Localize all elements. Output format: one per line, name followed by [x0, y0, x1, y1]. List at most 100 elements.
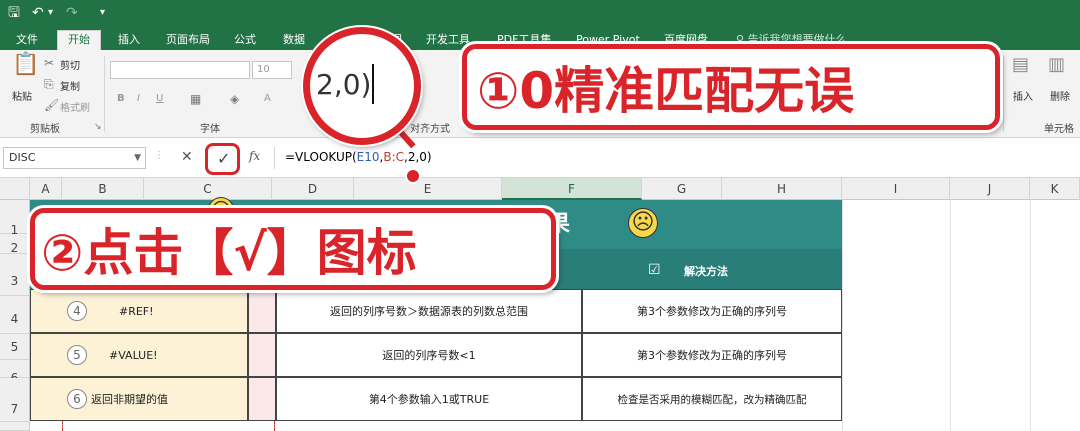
alignment-group-label: 对齐方式	[410, 124, 450, 135]
page-break-line	[274, 421, 275, 431]
callout-step-2: ②点击【√】图标	[30, 208, 556, 290]
row-header-3[interactable]: 3	[0, 254, 30, 296]
page-break-line	[62, 421, 63, 431]
column-header-a[interactable]: A	[30, 178, 62, 200]
gridline	[1030, 200, 1031, 431]
delete-cells-icon[interactable]: ▥	[1048, 56, 1065, 74]
column-header-k[interactable]: K	[1030, 178, 1080, 200]
table-row-4-spacer[interactable]	[248, 289, 276, 333]
text-cursor	[372, 64, 374, 104]
column-header-h[interactable]: H	[722, 178, 842, 200]
cut-button[interactable]: 剪切	[60, 57, 80, 72]
format-painter-icon: 🖌	[44, 98, 60, 112]
table-row-6-fix[interactable]: 检查是否采用的模糊匹配，改为精确匹配	[582, 377, 842, 421]
solution-column-header: 解决方法	[684, 265, 728, 278]
name-box[interactable]: DISC ▼	[3, 147, 146, 169]
redo-icon[interactable]: ↷	[66, 4, 78, 22]
column-header-i[interactable]: I	[842, 178, 950, 200]
delete-button[interactable]: 删除	[1050, 88, 1070, 103]
copy-icon: ⎘	[44, 77, 54, 91]
tab-file[interactable]: 文件	[16, 31, 38, 50]
row-header-1[interactable]: 1	[0, 200, 30, 237]
bold-button[interactable]: B	[117, 93, 125, 104]
insert-cells-icon[interactable]: ▤	[1012, 56, 1029, 74]
table-row-6-error[interactable]: 6 返回非期望的值	[30, 377, 248, 421]
table-row-6-cause[interactable]: 第4个参数输入1或TRUE	[276, 377, 582, 421]
column-header-j[interactable]: J	[950, 178, 1030, 200]
table-row-4-fix[interactable]: 第3个参数修改为正确的序列号	[582, 289, 842, 333]
gridline	[950, 200, 951, 431]
row-header-6[interactable]: 6	[0, 360, 30, 385]
customize-toolbar-icon[interactable]: ▾	[100, 4, 105, 22]
font-group-label: 字体	[200, 124, 220, 135]
name-box-dropdown-icon[interactable]: ▼	[134, 148, 141, 168]
undo-icon[interactable]: ↶	[32, 4, 44, 22]
table-row-6-spacer[interactable]	[248, 377, 276, 421]
table-row-5-fix[interactable]: 第3个参数修改为正确的序列号	[582, 333, 842, 377]
select-all-corner[interactable]	[0, 178, 30, 200]
table-row-4-error[interactable]: 4 #REF!	[30, 289, 248, 333]
row-number-badge: 4	[67, 301, 87, 321]
cancel-entry-icon[interactable]: ✕	[181, 149, 193, 165]
magnified-formula-text: 2,0)	[316, 68, 372, 101]
table-row-4-cause[interactable]: 返回的列序号数＞数据源表的列数总范围	[276, 289, 582, 333]
excel-window: 🖫 ↶ ▾ ↷ ▾ 文件 开始 插入 页面布局 公式 数据 视图 开发工具 PD…	[0, 0, 1080, 431]
separator	[104, 56, 105, 132]
undo-dropdown-icon[interactable]: ▾	[48, 4, 53, 22]
paste-button[interactable]: 粘贴	[12, 88, 32, 103]
formula-input[interactable]: =VLOOKUP(E10,B:C,2,0)	[274, 147, 1080, 169]
column-header-e[interactable]: E	[354, 178, 502, 200]
row-header-8[interactable]	[0, 422, 30, 431]
font-name-combo[interactable]	[110, 61, 250, 79]
insert-button[interactable]: 插入	[1013, 88, 1033, 103]
paste-icon[interactable]: 📋	[12, 54, 39, 76]
tab-formulas[interactable]: 公式	[234, 31, 256, 50]
tab-data[interactable]: 数据	[283, 31, 305, 50]
tab-insert[interactable]: 插入	[118, 31, 140, 50]
tab-developer[interactable]: 开发工具	[426, 31, 470, 50]
formula-ref-bc: B:C	[383, 150, 405, 164]
row-header-4[interactable]: 4	[0, 296, 30, 334]
format-painter-button[interactable]: 格式刷	[60, 99, 90, 114]
row-header-7[interactable]: 7	[0, 378, 30, 422]
row-number-badge: 5	[67, 345, 87, 365]
formula-text: =VLOOKUP(	[285, 150, 357, 164]
gridline	[842, 200, 843, 431]
row-header-5[interactable]: 5	[0, 334, 30, 360]
font-color-button[interactable]: A	[264, 93, 271, 104]
column-header-f[interactable]: F	[502, 178, 642, 200]
row-number-badge: 6	[67, 389, 87, 409]
fill-color-icon[interactable]: ◈	[230, 92, 239, 106]
cells-group-label: 单元格	[1044, 124, 1074, 135]
column-header-d[interactable]: D	[272, 178, 354, 200]
separator	[1003, 56, 1004, 132]
borders-icon[interactable]: ▦	[190, 92, 201, 106]
error-value: #REF!	[119, 304, 154, 318]
column-header-g[interactable]: G	[642, 178, 722, 200]
formula-bar-grip-icon: ⋮	[154, 150, 164, 161]
callout-step-1-text: ①0精准匹配无误	[477, 62, 855, 120]
table-row-5-error[interactable]: 5 #VALUE!	[30, 333, 248, 377]
title-bar: 🖫 ↶ ▾ ↷ ▾	[0, 0, 1080, 28]
clipboard-group-label: 剪贴板	[30, 124, 60, 135]
pointer-dot	[405, 168, 421, 184]
tab-page-layout[interactable]: 页面布局	[166, 31, 210, 50]
column-header-b[interactable]: B	[62, 178, 144, 200]
confirm-entry-highlight[interactable]: ✓	[205, 143, 240, 175]
checklist-icon: ☑	[648, 262, 661, 278]
table-row-5-cause[interactable]: 返回的列序号数<1	[276, 333, 582, 377]
tab-home[interactable]: 开始	[57, 30, 101, 50]
formula-ref-e10: E10	[356, 150, 380, 164]
save-icon[interactable]: 🖫	[8, 4, 20, 22]
column-header-c[interactable]: C	[144, 178, 272, 200]
clipboard-expand-icon[interactable]: ↘	[94, 120, 102, 134]
font-size-combo[interactable]: 10	[252, 61, 292, 79]
confirm-entry-icon[interactable]: ✓	[217, 149, 230, 168]
insert-function-icon[interactable]: fx	[249, 149, 260, 163]
table-row-5-spacer[interactable]	[248, 333, 276, 377]
italic-button[interactable]: I	[137, 93, 140, 104]
name-box-value: DISC	[9, 151, 36, 164]
underline-button[interactable]: U	[156, 93, 163, 104]
row-header-2[interactable]: 2	[0, 234, 30, 255]
copy-button[interactable]: 复制	[60, 78, 80, 93]
